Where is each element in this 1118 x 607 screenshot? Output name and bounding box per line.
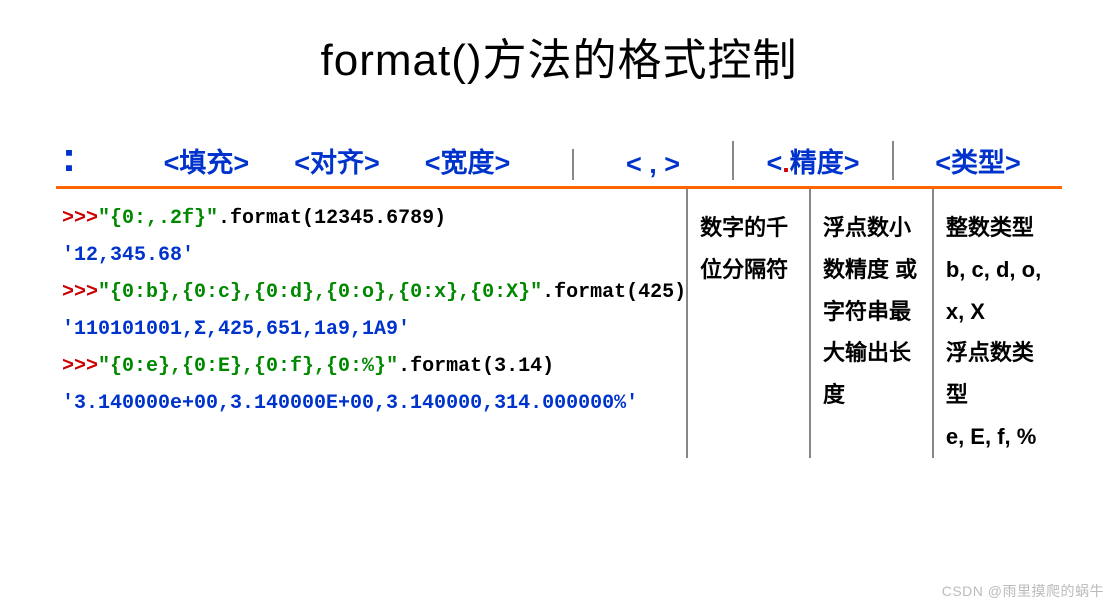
header-colon: :: [56, 136, 102, 180]
format-table: : <填充> <对齐> <宽度> < , > <.精度> <类型> >>>"{0…: [56, 136, 1062, 458]
header-width: <宽度>: [425, 148, 511, 178]
header-align: <对齐>: [294, 148, 380, 178]
header-row: : <填充> <对齐> <宽度> < , > <.精度> <类型>: [56, 136, 1062, 189]
example3-output: '3.140000e+00,3.140000E+00,3.140000,314.…: [62, 392, 686, 415]
precision-rest: 精度>: [790, 148, 860, 178]
type-int-label: 整数类型: [946, 207, 1054, 249]
type-description: 整数类型 b, c, d, o, x, X 浮点数类型 e, E, f, %: [932, 189, 1062, 458]
format-call: .format(3.14): [398, 355, 554, 378]
format-call: .format(12345.6789): [218, 207, 446, 230]
type-float-label: 浮点数类型: [946, 332, 1054, 416]
header-fill: <填充>: [164, 148, 250, 178]
example2-input: >>>"{0:b},{0:c},{0:d},{0:o},{0:x},{0:X}"…: [62, 281, 686, 304]
prompt-icon: >>>: [62, 281, 98, 304]
example1-output: '12,345.68': [62, 244, 686, 267]
watermark-text: CSDN @雨里摸爬的蜗牛: [942, 581, 1104, 601]
example2-output: '110101001,Σ,425,651,1a9,1A9': [62, 318, 686, 341]
precision-dot: .: [782, 148, 790, 178]
type-int-codes: b, c, d, o, x, X: [946, 249, 1054, 333]
header-type: <类型>: [892, 141, 1062, 180]
format-string: "{0:b},{0:c},{0:d},{0:o},{0:x},{0:X}": [98, 281, 542, 304]
format-call: .format(425): [542, 281, 686, 304]
prompt-icon: >>>: [62, 207, 98, 230]
body-row: >>>"{0:,.2f}".format(12345.6789) '12,345…: [56, 189, 1062, 458]
header-fill-align-width: <填充> <对齐> <宽度>: [102, 141, 572, 180]
code-examples: >>>"{0:,.2f}".format(12345.6789) '12,345…: [56, 189, 686, 458]
comma-description: 数字的千位分隔符: [686, 189, 809, 458]
format-string: "{0:,.2f}": [98, 207, 218, 230]
header-comma: < , >: [572, 149, 732, 180]
precision-lt: <: [766, 148, 782, 178]
prompt-icon: >>>: [62, 355, 98, 378]
page-title: format()方法的格式控制: [0, 0, 1118, 88]
example1-input: >>>"{0:,.2f}".format(12345.6789): [62, 207, 686, 230]
precision-description: 浮点数小数精度 或 字符串最大输出长度: [809, 189, 932, 458]
example3-input: >>>"{0:e},{0:E},{0:f},{0:%}".format(3.14…: [62, 355, 686, 378]
format-string: "{0:e},{0:E},{0:f},{0:%}": [98, 355, 398, 378]
header-precision: <.精度>: [732, 141, 892, 180]
type-float-codes: e, E, f, %: [946, 416, 1054, 458]
